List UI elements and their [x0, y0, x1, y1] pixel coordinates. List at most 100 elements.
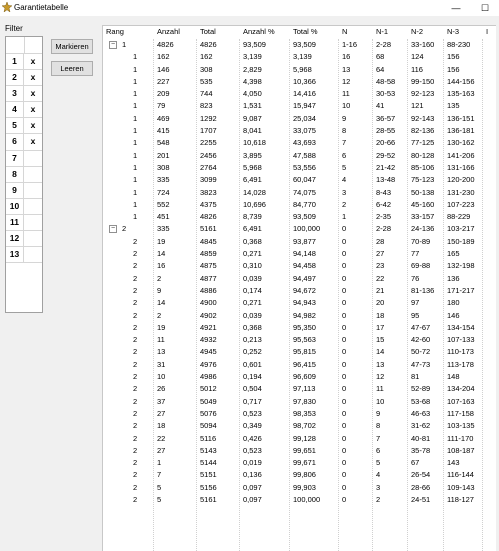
table-cell: 92-143 [411, 113, 435, 123]
table-row[interactable]: 2 5 5156 0,097 99,903 0 3 28-66 109-143 [103, 482, 496, 494]
table-row[interactable]: 2 26 5012 0,504 97,113 0 11 52-89 134-204 [103, 383, 496, 395]
rank-cell: 1 [133, 89, 138, 99]
filter-row[interactable]: 4x [6, 102, 42, 119]
table-row[interactable]: 2 37 5049 0,717 97,830 0 10 53-68 107-163 [103, 396, 496, 408]
table-row[interactable]: 2 16 4875 0,310 94,458 0 23 69-88 132-198 [103, 260, 496, 272]
column-header[interactable]: Anzahl [157, 26, 180, 38]
filter-row-mark[interactable]: x [24, 118, 42, 133]
column-header[interactable]: I [486, 26, 488, 38]
table-row[interactable]: 2 18 5094 0,349 98,702 0 8 31-62 103-135 [103, 420, 496, 432]
table-row[interactable]: 1 552 4375 10,696 84,770 2 6-42 45-160 107-223 [103, 199, 496, 211]
filter-row[interactable]: 12 [6, 231, 42, 248]
table-row[interactable]: 2 2 4877 0,039 94,497 0 22 76 136 [103, 273, 496, 285]
table-row[interactable]: 2 14 4859 0,271 94,148 0 27 77 165 [103, 248, 496, 260]
table-row[interactable]: 2 13 4945 0,252 95,815 0 14 50-72 110-173 [103, 346, 496, 358]
filter-row-mark[interactable] [24, 167, 42, 182]
table-row[interactable]: 2 1 5144 0,019 99,671 0 5 67 143 [103, 457, 496, 469]
filter-row[interactable]: 13 [6, 247, 42, 264]
table-row[interactable]: 1 79 823 1,531 15,947 10 41 121 135 [103, 100, 496, 112]
table-row[interactable]: 1 335 3099 6,491 60,047 4 13-48 75-123 120-200 [103, 174, 496, 186]
column-header[interactable]: N [342, 26, 347, 38]
column-header[interactable]: Total [200, 26, 216, 38]
filter-row-mark[interactable]: x [24, 54, 42, 69]
table-row[interactable]: 2 7 5151 0,136 99,806 0 4 26-54 116-144 [103, 469, 496, 481]
table-cell: 41 [376, 101, 385, 111]
guarantee-table[interactable]: Rang Anzahl Total Anzahl % Total % N N-1 N-2 N-3… [102, 25, 496, 551]
filter-row[interactable]: 11 [6, 214, 42, 232]
table-row[interactable]: 1 209 744 4,050 14,416 11 30-53 92-123 135-163 [103, 88, 496, 100]
table-row[interactable]: 1 469 1292 9,087 25,034 9 36-57 92-143 136-151 [103, 113, 496, 125]
table-row[interactable]: 2 31 4976 0,601 96,415 0 13 47-73 113-178 [103, 359, 496, 371]
column-header[interactable]: Rang [106, 26, 124, 38]
filter-row-mark[interactable] [24, 151, 42, 166]
table-row[interactable]: 2 10 4986 0,194 96,609 0 12 81 148 [103, 371, 496, 383]
filter-row[interactable]: 1x [6, 54, 42, 71]
table-row[interactable]: 2 27 5076 0,523 98,353 0 9 46-63 117-158 [103, 408, 496, 420]
filter-row-mark[interactable] [24, 231, 42, 246]
table-row[interactable]: 1 162 162 3,139 3,139 16 68 124 156 [103, 51, 496, 63]
filter-row-mark[interactable]: x [24, 86, 42, 101]
table-row[interactable]: 1 415 1707 8,041 33,075 8 28-55 82-136 136-181 [103, 125, 496, 137]
table-cell: 13-48 [376, 175, 396, 185]
leeren-button[interactable]: Leeren [51, 61, 93, 76]
table-row[interactable]: 2 27 5143 0,523 99,651 0 6 35-78 108-187 [103, 445, 496, 457]
filter-row[interactable]: 7 [6, 150, 42, 167]
rank-cell: 1 [133, 52, 138, 62]
table-row[interactable]: 2 19 4921 0,368 95,350 0 17 47-67 134-154 [103, 322, 496, 334]
table-cell: 0 [342, 261, 347, 271]
filter-row[interactable]: 2x [6, 70, 42, 87]
table-row[interactable]: 2 2 4902 0,039 94,982 0 18 95 146 [103, 310, 496, 322]
table-cell: 0 [342, 396, 347, 406]
filter-row-mark[interactable] [24, 215, 42, 230]
filter-row[interactable]: 3x [6, 86, 42, 103]
minimize-button[interactable]: — [446, 0, 466, 16]
rank-cell: 2 [133, 494, 138, 504]
table-cell: 1707 [200, 126, 217, 136]
table-row[interactable]: 2 9 4886 0,174 94,672 0 21 81-136 171-217 [103, 285, 496, 297]
markieren-button[interactable]: Markieren [51, 39, 93, 54]
filter-row[interactable]: 8 [6, 166, 42, 183]
filter-row[interactable]: 9 [6, 182, 42, 199]
table-row[interactable]: 1 308 2764 5,968 53,556 5 21-42 85-106 131-166 [103, 162, 496, 174]
filter-row[interactable]: 6x [6, 134, 42, 151]
group-row[interactable]: −1 4826 4826 93,509 93,509 1-16 2-28 33-160 88-2… [103, 39, 496, 51]
column-header[interactable]: Total % [293, 26, 318, 38]
column-header[interactable]: Anzahl % [243, 26, 275, 38]
maximize-button[interactable]: ☐ [475, 0, 495, 16]
filter-row[interactable]: 5x [6, 118, 42, 135]
group-row[interactable]: −2 335 5161 6,491 100,000 0 2-28 24-136 103-217 [103, 223, 496, 235]
filter-row-mark[interactable]: x [24, 102, 42, 117]
filter-row-mark[interactable]: x [24, 70, 42, 85]
table-row[interactable]: 1 146 308 2,829 5,968 13 64 116 156 [103, 64, 496, 76]
table-row[interactable]: 1 201 2456 3,895 47,588 6 29-52 80-128 141-206 [103, 150, 496, 162]
collapse-toggle-icon[interactable]: − [109, 41, 117, 49]
filter-row[interactable]: 10 [6, 198, 42, 215]
filter-row-number: 11 [6, 214, 24, 231]
table-row[interactable]: 1 227 535 4,398 10,366 12 48-58 99-150 144-156 [103, 76, 496, 88]
table-cell: 4875 [200, 261, 217, 271]
table-cell: 451 [157, 212, 170, 222]
filter-row-mark[interactable] [24, 183, 42, 198]
table-row[interactable]: 1 724 3823 14,028 74,075 3 8-43 50-138 131-230 [103, 187, 496, 199]
rank-cell: 2 [133, 335, 138, 345]
rank-cell: 1 [133, 138, 138, 148]
filter-row-mark[interactable] [24, 247, 42, 262]
table-row[interactable]: 1 451 4826 8,739 93,509 1 2-35 33-157 88-229 [103, 211, 496, 223]
table-cell: 4986 [200, 372, 217, 382]
filter-grid[interactable]: 1 x 2 x 3 x 4 x 5 x 6 x 7 8 9 10 11 12 13 [5, 36, 43, 313]
collapse-toggle-icon[interactable]: − [109, 225, 117, 234]
filter-row-mark[interactable] [24, 199, 42, 214]
table-row[interactable]: 1 548 2255 10,618 43,693 7 20-66 77-125 130-162 [103, 137, 496, 149]
table-cell: 744 [200, 89, 213, 99]
table-row[interactable]: 2 5 5161 0,097 100,000 0 2 24-51 118-127 [103, 494, 496, 506]
filter-row-mark[interactable]: x [24, 134, 42, 149]
table-row[interactable]: 2 14 4900 0,271 94,943 0 20 97 180 [103, 297, 496, 309]
table-cell: 0 [342, 273, 347, 283]
table-cell: 0,523 [243, 408, 262, 418]
table-row[interactable]: 2 19 4845 0,368 93,877 0 28 70-89 150-189 [103, 236, 496, 248]
table-row[interactable]: 2 11 4932 0,213 95,563 0 15 42-60 107-133 [103, 334, 496, 346]
table-row[interactable]: 2 22 5116 0,426 99,128 0 7 40-81 111-170 [103, 433, 496, 445]
column-header[interactable]: N-1 [376, 26, 388, 38]
column-header[interactable]: N-2 [411, 26, 423, 38]
column-header[interactable]: N-3 [447, 26, 459, 38]
